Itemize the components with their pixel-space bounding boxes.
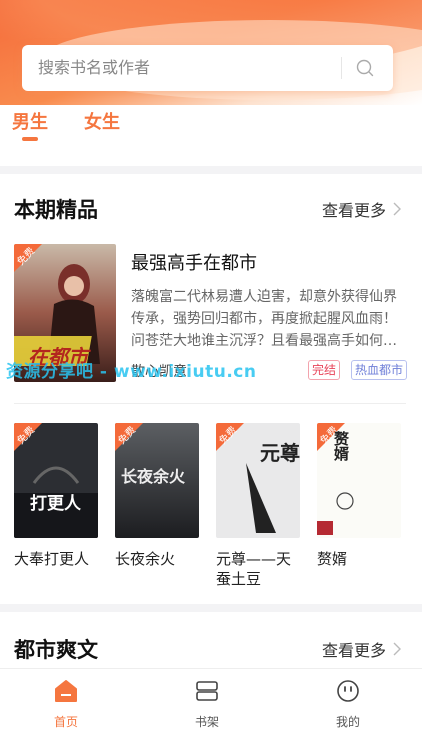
divider-line bbox=[14, 403, 406, 404]
search-icon[interactable] bbox=[355, 58, 375, 78]
tab-label: 首页 bbox=[53, 715, 78, 729]
tab-label: 书架 bbox=[194, 715, 219, 729]
see-more-link[interactable]: 查看更多 bbox=[322, 197, 402, 221]
see-more-link[interactable]: 查看更多 bbox=[322, 637, 402, 661]
tab-home[interactable]: 首页 bbox=[31, 679, 101, 730]
watermark: 资源分享吧 - www.ixiutu.cn bbox=[6, 362, 257, 382]
see-more-label: 查看更多 bbox=[321, 641, 386, 660]
book-card[interactable]: 免费 长夜余火 长夜余火 bbox=[115, 423, 199, 569]
chevron-right-icon bbox=[393, 642, 401, 656]
tab-profile[interactable]: 我的 bbox=[313, 679, 383, 730]
search-divider bbox=[341, 57, 342, 79]
tab-bookshelf[interactable]: 书架 bbox=[172, 679, 242, 730]
chevron-right-icon bbox=[393, 202, 401, 216]
tab-male[interactable]: 男生 bbox=[12, 108, 48, 134]
book-card[interactable]: 免费 元尊 元尊——天蚕土豆 bbox=[216, 423, 300, 589]
book-card[interactable]: 免费 赘婿 赘婿 bbox=[317, 423, 401, 569]
bookshelf-icon bbox=[196, 681, 218, 701]
book-cover: 免费 元尊 bbox=[216, 423, 300, 538]
section-title: 本期精品 bbox=[14, 198, 98, 222]
book-title: 赘婿 bbox=[317, 550, 348, 568]
book-cover: 免费 打更人 bbox=[14, 423, 98, 538]
cover-title-text: 打更人 bbox=[30, 494, 81, 514]
tag-finished: 完结 bbox=[308, 360, 341, 380]
active-tab-indicator bbox=[22, 137, 38, 141]
section-divider bbox=[0, 604, 422, 612]
book-card[interactable]: 免费 打更人 大奉打更人 bbox=[14, 423, 98, 569]
book-title: 长夜余火 bbox=[115, 550, 176, 568]
search-input[interactable]: 搜索书名或作者 bbox=[38, 45, 150, 91]
tag-genre: 热血都市 bbox=[351, 360, 408, 380]
featured-book-description: 落魄富二代林易遭人迫害，却意外获得仙界传承，强势回归都市，再度掀起腥风血雨！问苍… bbox=[131, 289, 397, 349]
tab-female[interactable]: 女生 bbox=[84, 108, 120, 134]
section-divider bbox=[0, 166, 422, 174]
cover-title-text: 长夜余火 bbox=[121, 467, 186, 486]
book-title: 元尊——天蚕土豆 bbox=[216, 550, 292, 588]
search-bar[interactable]: 搜索书名或作者 bbox=[22, 45, 393, 91]
tab-label: 我的 bbox=[335, 715, 360, 729]
section-title: 都市爽文 bbox=[14, 638, 98, 662]
book-cover: 免费 赘婿 bbox=[317, 423, 401, 538]
book-title: 大奉打更人 bbox=[14, 550, 90, 568]
cover-title-text: 元尊 bbox=[260, 441, 300, 465]
home-icon bbox=[55, 680, 77, 702]
bottom-tab-bar: 首页 书架 我的 bbox=[0, 668, 422, 742]
featured-book-title[interactable]: 最强高手在都市 bbox=[131, 249, 257, 275]
cover-title-text: 赘婿 bbox=[332, 431, 350, 461]
see-more-label: 查看更多 bbox=[321, 201, 386, 220]
profile-icon bbox=[337, 680, 359, 702]
book-cover: 免费 长夜余火 bbox=[115, 423, 199, 538]
